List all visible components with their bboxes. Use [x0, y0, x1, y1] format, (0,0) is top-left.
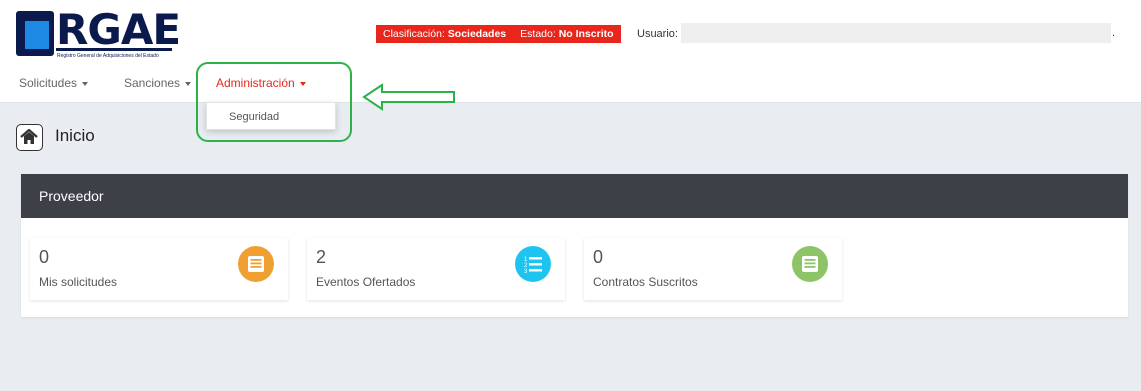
- menu-item-seguridad[interactable]: Seguridad: [229, 111, 279, 123]
- svg-text:3: 3: [524, 269, 528, 275]
- nav-item-administracion[interactable]: Administración: [216, 76, 306, 90]
- estado-value: No Inscrito: [558, 28, 614, 40]
- document-list-icon: [238, 246, 274, 282]
- card-label: Mis solicitudes: [39, 275, 118, 289]
- panel-title: Proveedor: [39, 188, 104, 204]
- numbered-list-icon: 1 2 3: [515, 246, 551, 282]
- logo-text: RGAE: [56, 5, 181, 54]
- main-nav: Solicitudes Sanciones Administración: [0, 68, 600, 102]
- administracion-dropdown: Seguridad: [206, 102, 336, 130]
- logo-subtitle: Registro General de Adquisiciones del Es…: [57, 53, 159, 59]
- card-mis-solicitudes[interactable]: 0 Mis solicitudes: [30, 238, 288, 300]
- panel-header: Proveedor: [21, 174, 1128, 218]
- user-trailing-dot: .: [1112, 27, 1116, 39]
- rgae-logo[interactable]: RGAE Registro General de Adquisiciones d…: [16, 9, 181, 61]
- card-count: 0: [39, 247, 50, 267]
- proveedor-panel: Proveedor 0 Mis solicitudes 2 Eventos Of…: [21, 174, 1128, 317]
- card-label: Contratos Suscritos: [593, 275, 698, 289]
- estado-label: Estado:: [520, 28, 556, 40]
- arrow-left-icon: [362, 83, 455, 111]
- nav-item-label: Sanciones: [124, 76, 181, 90]
- nav-item-label: Solicitudes: [19, 76, 78, 90]
- caret-down-icon: [82, 81, 89, 86]
- user-label: Usuario:: [637, 28, 678, 40]
- nav-item-label: Administración: [216, 76, 295, 90]
- clasificacion-value: Sociedades: [447, 28, 507, 40]
- caret-down-icon: [299, 81, 306, 86]
- user-name-field: [681, 23, 1111, 43]
- home-button[interactable]: [16, 124, 43, 151]
- card-label: Eventos Ofertados: [316, 275, 416, 289]
- card-eventos-ofertados[interactable]: 2 Eventos Ofertados 1 2 3: [307, 238, 565, 300]
- page-title: Inicio: [55, 126, 95, 145]
- nav-item-solicitudes[interactable]: Solicitudes: [19, 76, 89, 90]
- caret-down-icon: [185, 81, 192, 86]
- card-count: 2: [316, 247, 327, 267]
- logo-mark: [16, 11, 54, 56]
- card-contratos-suscritos[interactable]: 0 Contratos Suscritos: [584, 238, 842, 300]
- status-badge: Clasificación: Sociedades Estado: No Insc…: [376, 25, 621, 43]
- nav-item-sanciones[interactable]: Sanciones: [124, 76, 192, 90]
- home-icon: [20, 128, 38, 144]
- card-count: 0: [593, 247, 604, 267]
- clasificacion-label: Clasificación:: [383, 28, 445, 40]
- document-list-icon: [792, 246, 828, 282]
